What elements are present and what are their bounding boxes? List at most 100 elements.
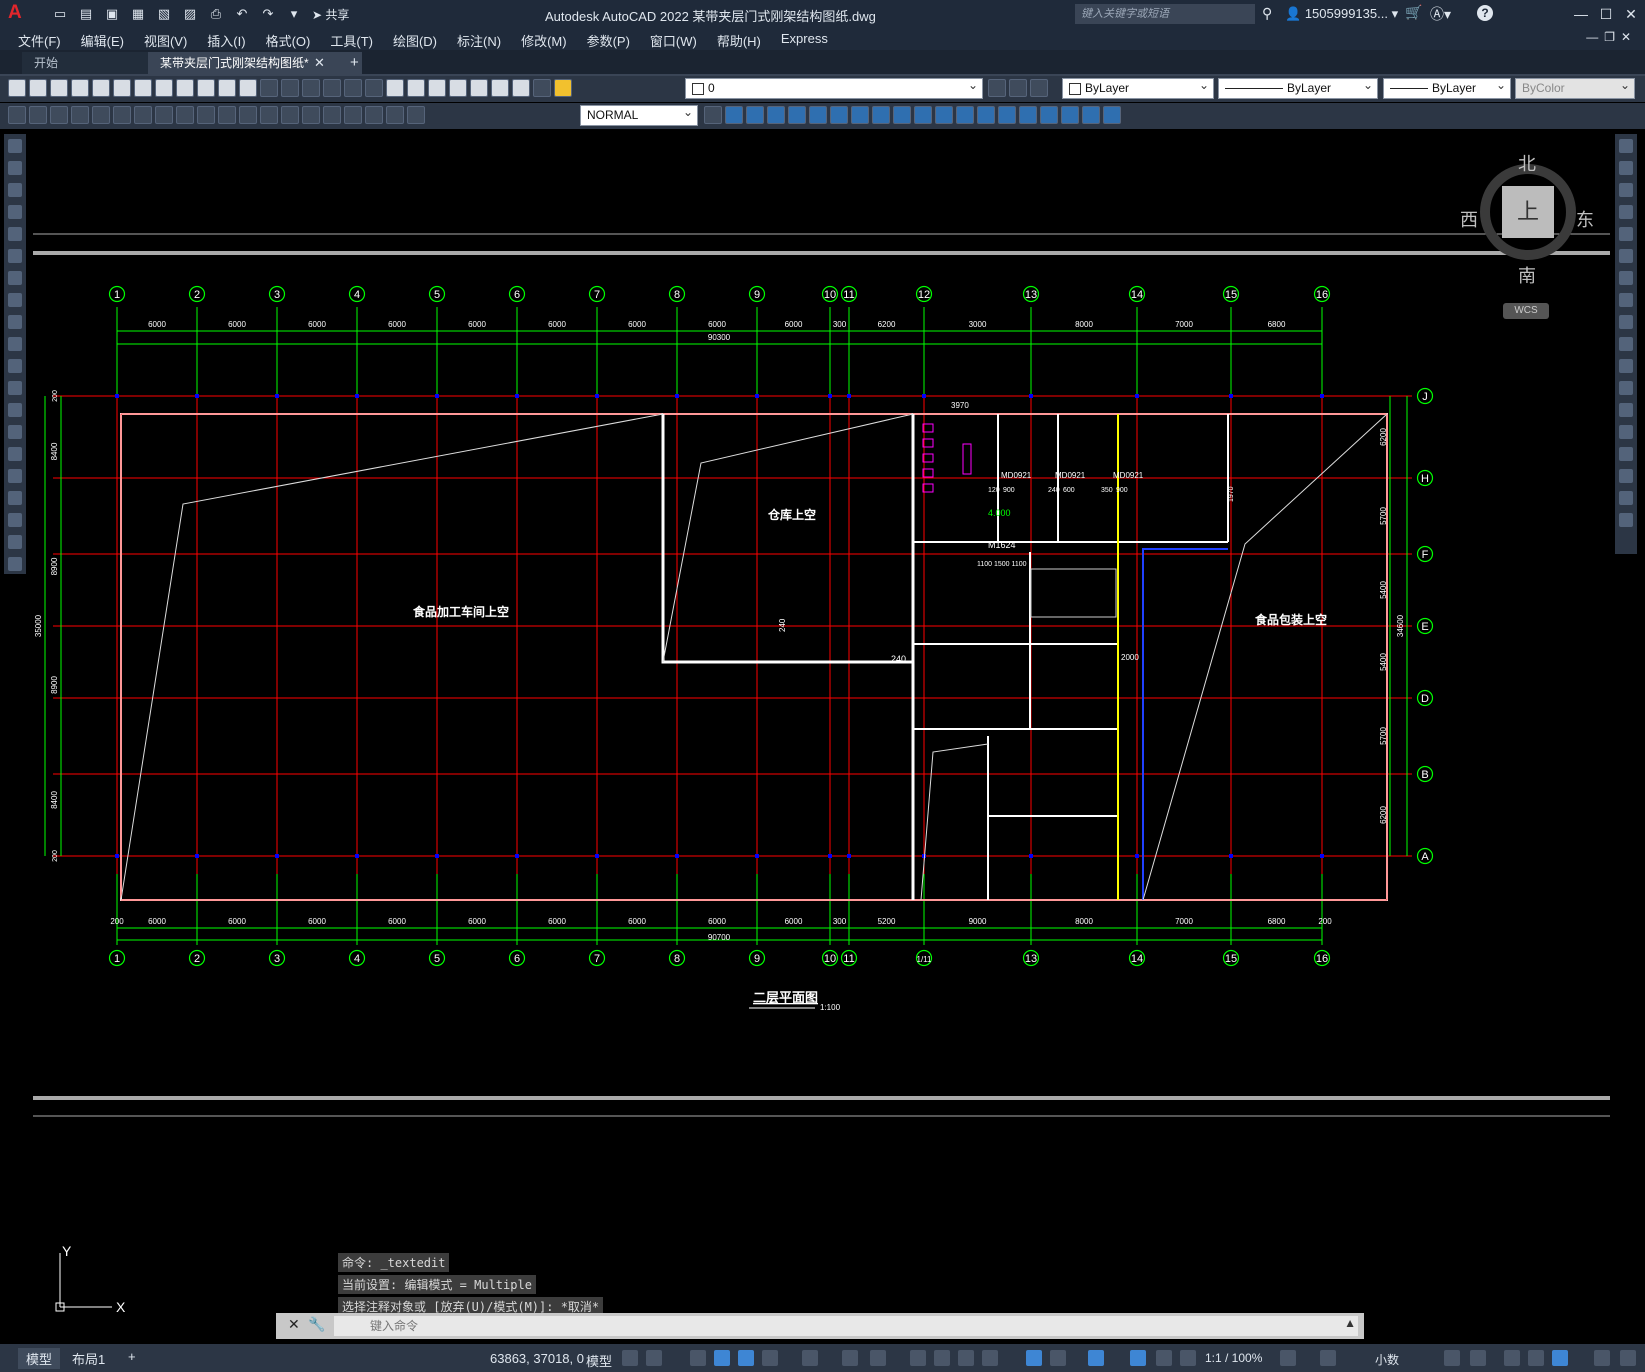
calculator-icon[interactable] xyxy=(491,79,509,97)
workspace-icon[interactable] xyxy=(1280,1350,1296,1366)
open-file-icon[interactable]: ▤ xyxy=(76,4,96,24)
mtext-icon[interactable] xyxy=(8,535,22,549)
save-tool-icon[interactable] xyxy=(50,79,68,97)
move-icon[interactable] xyxy=(830,106,848,124)
move-side-icon[interactable] xyxy=(1619,249,1633,263)
maximize-icon[interactable]: ☐ xyxy=(1595,4,1617,24)
rotate-icon[interactable] xyxy=(851,106,869,124)
copy-side-icon[interactable] xyxy=(1619,161,1633,175)
user-account[interactable]: 👤 1505999135... ▾ xyxy=(1285,6,1398,22)
new-tab-icon[interactable]: + xyxy=(350,52,359,74)
selection-cycling-icon[interactable] xyxy=(958,1350,974,1366)
menu-help[interactable]: 帮助(H) xyxy=(717,31,761,50)
lineweight-icon[interactable] xyxy=(910,1350,926,1366)
center-mark-icon[interactable] xyxy=(302,106,320,124)
plotstyle-select[interactable]: ByColor xyxy=(1515,76,1635,99)
offset-icon[interactable] xyxy=(788,106,806,124)
erase-side-icon[interactable] xyxy=(1619,139,1633,153)
tab-layout1[interactable]: 布局1 xyxy=(64,1348,113,1369)
layer-select[interactable]: 0 xyxy=(685,76,983,99)
draworder-icon[interactable] xyxy=(1061,106,1079,124)
cursor-coordinates[interactable]: 63863, 37018, 0 xyxy=(490,1351,584,1366)
revcloud-icon[interactable] xyxy=(8,293,22,307)
dim-diameter-icon[interactable] xyxy=(134,106,152,124)
match-properties-icon[interactable] xyxy=(218,79,236,97)
copy-icon[interactable] xyxy=(176,79,194,97)
search-icon[interactable]: ⚲ xyxy=(1262,5,1272,22)
sheet-set-icon[interactable] xyxy=(449,79,467,97)
break-point-icon[interactable] xyxy=(1619,381,1633,395)
graphics-performance-icon[interactable] xyxy=(1528,1350,1544,1366)
offset-side-icon[interactable] xyxy=(1619,205,1633,219)
tab-model[interactable]: 模型 xyxy=(18,1348,61,1369)
menu-file[interactable]: 文件(F) xyxy=(18,31,61,50)
dim-angular-icon[interactable] xyxy=(155,106,173,124)
clean-screen-icon[interactable] xyxy=(1552,1350,1568,1366)
layer-match-icon[interactable] xyxy=(1030,79,1048,97)
stretch-side-icon[interactable] xyxy=(1619,315,1633,329)
drawing-canvas[interactable]: 1 2 3 4 5 6 7 8 9 10 11 12 13 14 15 16 1 2 3 4 5 6 7 8 9 10 11 1/11… xyxy=(33,132,1610,1344)
menu-window[interactable]: 窗口(W) xyxy=(650,31,697,50)
ungroup-icon[interactable] xyxy=(1103,106,1121,124)
annotation-monitor-icon[interactable] xyxy=(1320,1350,1336,1366)
tool-palettes-icon[interactable] xyxy=(428,79,446,97)
menu-view[interactable]: 视图(V) xyxy=(144,31,187,50)
close-tab-icon[interactable]: ✕ xyxy=(314,52,325,74)
inspection-icon[interactable] xyxy=(323,106,341,124)
menu-tools[interactable]: 工具(T) xyxy=(330,31,373,50)
quick-dim-icon[interactable] xyxy=(176,106,194,124)
extend-side-icon[interactable] xyxy=(1619,359,1633,373)
design-center-icon[interactable] xyxy=(407,79,425,97)
command-history-toggle-icon[interactable]: ▲ xyxy=(1344,1316,1356,1330)
dim-space-icon[interactable] xyxy=(239,106,257,124)
annotation-scale[interactable]: 1:1 / 100% xyxy=(1205,1351,1262,1365)
layer-state-icon[interactable] xyxy=(554,79,572,97)
grid-icon[interactable] xyxy=(622,1350,638,1366)
dim-edit-icon[interactable] xyxy=(365,106,383,124)
publish-3d-icon[interactable] xyxy=(134,79,152,97)
point-icon[interactable] xyxy=(8,425,22,439)
save-web-icon[interactable]: ▨ xyxy=(180,4,200,24)
annotation-visibility-icon[interactable] xyxy=(1130,1350,1146,1366)
layer-properties-icon[interactable] xyxy=(533,79,551,97)
lock-ui-icon[interactable] xyxy=(1470,1350,1486,1366)
rectangle-icon[interactable] xyxy=(8,227,22,241)
color-select[interactable]: ByLayer xyxy=(1062,76,1214,99)
save-icon[interactable]: ▣ xyxy=(102,4,122,24)
new-file-icon[interactable]: ▭ xyxy=(50,4,70,24)
object-snap-tracking-icon[interactable] xyxy=(842,1350,858,1366)
menu-modify[interactable]: 修改(M) xyxy=(521,31,567,50)
compass-west[interactable]: 西 xyxy=(1460,206,1478,232)
trim-icon[interactable] xyxy=(914,106,932,124)
viewcube-top-face[interactable]: 上 xyxy=(1502,186,1554,238)
rotate-side-icon[interactable] xyxy=(1619,271,1633,285)
arc-icon[interactable] xyxy=(8,249,22,263)
fillet-side-icon[interactable] xyxy=(1619,469,1633,483)
pan-icon[interactable] xyxy=(302,79,320,97)
polygon-icon[interactable] xyxy=(8,205,22,219)
autocad-logo-icon[interactable]: A xyxy=(8,3,28,23)
isometric-icon[interactable] xyxy=(802,1350,818,1366)
status-menu-icon[interactable] xyxy=(1620,1350,1636,1366)
dim-radius-icon[interactable] xyxy=(92,106,110,124)
dim-continue-icon[interactable] xyxy=(218,106,236,124)
ellipse-arc-icon[interactable] xyxy=(8,359,22,373)
dimstyle-select[interactable]: NORMAL xyxy=(580,103,698,126)
markup-icon[interactable] xyxy=(470,79,488,97)
units-select[interactable]: 小数 xyxy=(1375,1351,1399,1368)
line-icon[interactable] xyxy=(8,139,22,153)
minimize-icon[interactable]: — xyxy=(1570,4,1592,24)
tab-start[interactable]: 开始 xyxy=(22,52,156,74)
add-layout-button[interactable]: + xyxy=(120,1348,144,1365)
plot-tool-icon[interactable] xyxy=(71,79,89,97)
trim-side-icon[interactable] xyxy=(1619,337,1633,351)
undo-tool-icon[interactable] xyxy=(260,79,278,97)
customize-command-icon[interactable]: 🔧 xyxy=(308,1316,325,1333)
search-input[interactable]: 键入关键字或短语 xyxy=(1075,4,1255,24)
paste-icon[interactable] xyxy=(197,79,215,97)
compass-south[interactable]: 南 xyxy=(1518,262,1536,288)
properties-icon[interactable] xyxy=(386,79,404,97)
tolerance-icon[interactable] xyxy=(281,106,299,124)
share-button[interactable]: ➤ 共享 xyxy=(312,6,349,23)
dim-baseline-icon[interactable] xyxy=(197,106,215,124)
